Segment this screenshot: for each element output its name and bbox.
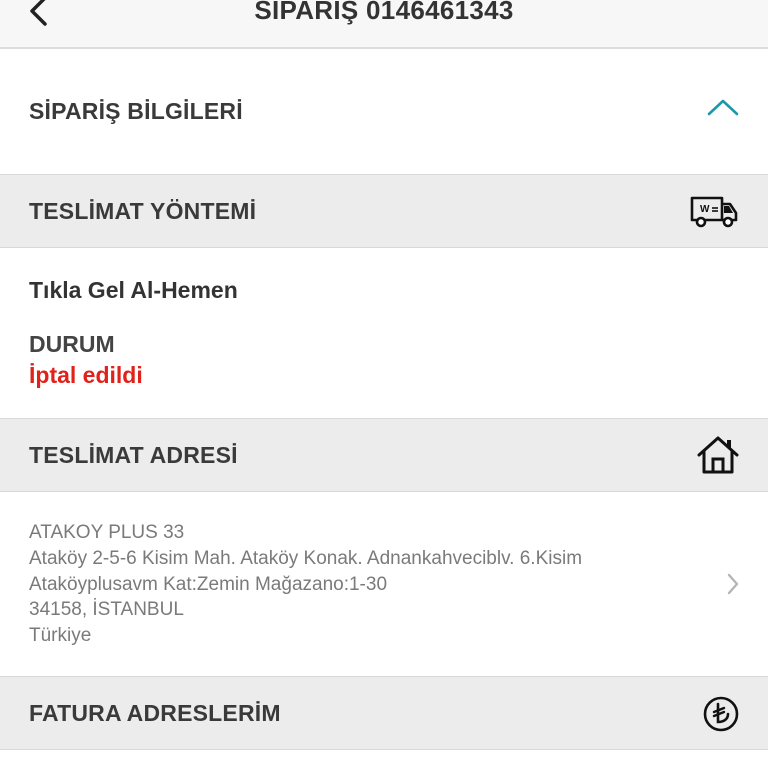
order-info-title: SİPARİŞ BİLGİLERİ — [29, 98, 243, 124]
billing-header[interactable]: FATURA ADRESLERİM — [0, 676, 768, 750]
chevron-right-icon — [726, 572, 740, 601]
delivery-address-header: TESLİMAT ADRESİ — [0, 418, 768, 492]
status-value: İptal edildi — [29, 362, 143, 388]
address-line: Türkiye — [29, 625, 92, 646]
delivery-method-value: Tıkla Gel Al-Hemen — [29, 277, 238, 303]
chevron-up-icon[interactable] — [706, 97, 740, 117]
address-line: Ataköyplusavm Kat:Zemin Mağazano:1-30 — [29, 574, 388, 595]
billing-title: FATURA ADRESLERİM — [29, 699, 281, 726]
delivery-van-icon: W — [688, 192, 740, 230]
page-title: SİPARİŞ 0146461343 — [254, 0, 514, 25]
address-line: Ataköy 2-5-6 Kisim Mah. Ataköy Konak. Ad… — [29, 548, 583, 569]
top-bar: SİPARİŞ 0146461343 — [0, 0, 768, 49]
bottom-strip — [0, 750, 768, 768]
delivery-method-header: TESLİMAT YÖNTEMİ W — [0, 174, 768, 248]
lira-icon — [702, 695, 740, 733]
home-icon — [696, 435, 740, 475]
delivery-method-title: TESLİMAT YÖNTEMİ — [29, 197, 257, 224]
delivery-address-card[interactable]: ATAKOY PLUS 33 Ataköy 2-5-6 Kisim Mah. A… — [0, 492, 768, 676]
order-info-header[interactable]: SİPARİŞ BİLGİLERİ — [0, 49, 768, 175]
delivery-address-title: TESLİMAT ADRESİ — [29, 441, 238, 468]
status-label: DURUM — [29, 331, 115, 357]
address-line: 34158, İSTANBUL — [29, 599, 184, 620]
address-line: ATAKOY PLUS 33 — [29, 522, 185, 543]
svg-text:W: W — [700, 204, 710, 215]
